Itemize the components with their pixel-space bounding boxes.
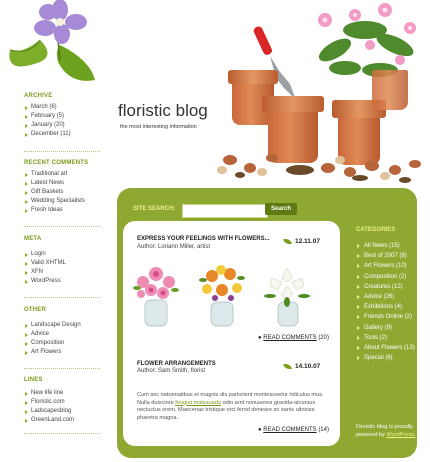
mixed-bouquet-image (199, 265, 245, 327)
other-link[interactable]: Art Flowers (24, 348, 100, 357)
divider (24, 151, 100, 152)
comment-count: (14) (318, 427, 329, 433)
divider (24, 226, 100, 227)
category-link[interactable]: Exhibitions (4) (356, 302, 415, 312)
comment-link[interactable]: Wedding Specialists (24, 197, 100, 206)
lines-link[interactable]: Ladscapesblog (24, 407, 100, 416)
archive-link[interactable]: December (11) (24, 130, 100, 139)
category-link[interactable]: Best of 2007 (8) (356, 251, 415, 261)
read-comments-link[interactable]: ● READ COMMENTS (14) (258, 427, 329, 433)
excerpt-link[interactable]: feugiat malesuada (175, 400, 221, 406)
category-link[interactable]: Tools (2) (356, 333, 415, 343)
category-link[interactable]: Friends Online (2) (356, 312, 415, 322)
violet-flower-image (9, 0, 95, 81)
meta-link[interactable]: Login (24, 250, 100, 259)
comment-link[interactable]: Fresh Ideas (24, 206, 100, 215)
comment-link[interactable]: Gift Baskets (24, 188, 100, 197)
site-tagline: the most interesting information (120, 124, 197, 130)
search-label: SITE SEARCH: (133, 206, 176, 212)
post-excerpt: Cum soc natoenatibus et magnis dis partu… (137, 392, 324, 421)
post-title[interactable]: FLOWER ARRANGEMENTS (137, 361, 216, 367)
meta-title: META (24, 236, 42, 242)
search-button[interactable]: Search (265, 203, 297, 215)
category-link[interactable]: Gallery (9) (356, 323, 415, 333)
divider (24, 368, 100, 369)
lines-link[interactable]: Floristic.com (24, 398, 100, 407)
footer-note: Floristic blog is proudly powered by Wor… (356, 424, 416, 438)
search-input[interactable] (182, 204, 268, 218)
archive-link[interactable]: February (5) (24, 112, 100, 121)
divider (24, 297, 100, 298)
site-title: floristic blog (118, 101, 208, 120)
wordpress-link[interactable]: WordPress. (386, 432, 415, 438)
post-title[interactable]: EXPRESS YOUR FEELINGS WITH FLOWERS... (137, 236, 270, 242)
other-title: OTHER (24, 307, 46, 313)
category-link[interactable]: Art Flowers (10) (356, 261, 415, 271)
other-section: OTHER Landscape Design Advice Compositio… (24, 307, 100, 357)
meta-link[interactable]: WordPress (24, 277, 100, 286)
lines-section: LINES New life line Floristic.com Ladsca… (24, 377, 100, 425)
archive-link[interactable]: March (6) (24, 103, 100, 112)
other-link[interactable]: Landscape Design (24, 321, 100, 330)
read-comments-link[interactable]: ● READ COMMENTS (20) (258, 335, 329, 341)
meta-section: META Login Valid XHTML XFN WordPress (24, 236, 100, 286)
recent-comments-section: RECENT COMMENTS Traditional art Latest N… (24, 160, 100, 215)
category-link[interactable]: Composition (2) (356, 272, 415, 282)
white-lilies-image (264, 267, 310, 327)
archive-title: ARCHIVE (24, 93, 53, 99)
other-link[interactable]: Composition (24, 339, 100, 348)
post-author: Author: Sam Smith, florist (137, 368, 206, 374)
archive-link[interactable]: January (20) (24, 121, 100, 130)
category-link[interactable]: Advice (26) (356, 292, 415, 302)
post-date: 14.10.07 (295, 363, 321, 370)
categories-list: All News (15) Best of 2007 (8) Art Flowe… (356, 241, 415, 363)
lines-link[interactable]: GreenLand.com (24, 416, 100, 425)
divider (24, 433, 100, 434)
meta-link[interactable]: Valid XHTML (24, 259, 100, 268)
lines-link[interactable]: New life line (24, 389, 100, 398)
recent-comments-title: RECENT COMMENTS (24, 160, 89, 166)
comment-link[interactable]: Traditional art (24, 170, 100, 179)
pink-roses-image (133, 267, 179, 327)
category-link[interactable]: All News (15) (356, 241, 415, 251)
lines-title: LINES (24, 377, 43, 383)
post-author: Author: Loriann Miller, artist (137, 244, 211, 250)
post-date: 12.11.07 (295, 238, 320, 245)
category-link[interactable]: Special (6) (356, 353, 415, 363)
category-link[interactable]: Creatures (12) (356, 282, 415, 292)
categories-title: CATEGORIES (356, 227, 396, 233)
comment-link[interactable]: Latest News (24, 179, 100, 188)
category-link[interactable]: About Flowers (13) (356, 343, 415, 353)
comment-count: (20) (318, 335, 329, 341)
archive-section: ARCHIVE March (6) February (5) January (… (24, 93, 100, 139)
other-link[interactable]: Advice (24, 330, 100, 339)
meta-link[interactable]: XFN (24, 268, 100, 277)
